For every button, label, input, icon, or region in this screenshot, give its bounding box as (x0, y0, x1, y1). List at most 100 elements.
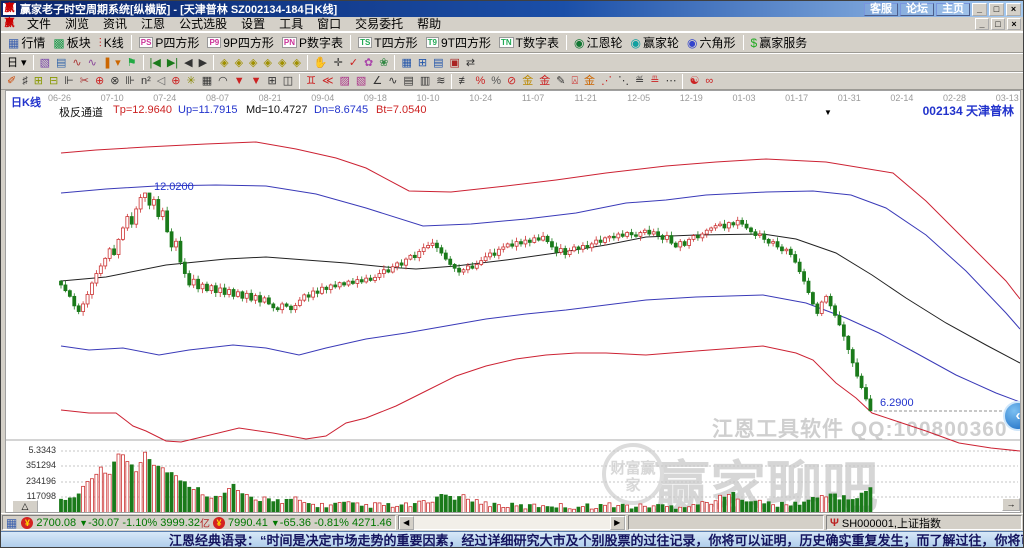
menu-item[interactable]: 江恩 (134, 17, 172, 32)
percent-circle-tool-button[interactable]: ⊘ (504, 73, 519, 90)
box-fill-tool-button[interactable]: ▨ (337, 73, 353, 90)
expand-volume-button[interactable]: △ (12, 500, 38, 513)
data-transfer-tool-button[interactable]: ⇄ (463, 54, 478, 71)
menu-item[interactable]: 交易委托 (348, 17, 410, 32)
grid-large-tool-button[interactable]: ▤ (400, 73, 416, 90)
quotes-button[interactable]: ▦行情 (4, 34, 49, 51)
close-button[interactable]: × (1006, 3, 1021, 16)
info-panel-button[interactable]: ▤ (53, 54, 69, 71)
platform-tool-button[interactable]: ≞ (647, 73, 662, 90)
sectors-button[interactable]: ▩板块 (49, 34, 94, 51)
chart-small-button[interactable]: ∿ (69, 54, 84, 71)
grid-matrix-tool-button[interactable]: ▥ (417, 73, 433, 90)
prev-bar-button[interactable]: ◀ (181, 54, 195, 71)
cycle-red-tool-button[interactable]: ▼ (231, 73, 248, 90)
kline-flag-button[interactable]: ⚑ (124, 54, 140, 71)
trendline-tool-button[interactable]: ✓ (346, 54, 361, 71)
cross-cursor-tool-button[interactable]: ✛ (331, 54, 346, 71)
horizontal-scrollbar[interactable]: ◀ ▶ (398, 515, 626, 530)
t-square-button[interactable]: TST四方形 (354, 34, 422, 51)
p-square-button[interactable]: PSP四方形 (135, 34, 204, 51)
price-compass-tool-button[interactable]: ⊕ (168, 73, 183, 90)
angle-line-tool-button[interactable]: ∠ (369, 73, 385, 90)
steps-tool-button[interactable]: ≝ (632, 73, 647, 90)
grid-box-tool-button[interactable]: ⊞ (264, 73, 279, 90)
calendar-tool-button[interactable]: ▦ (398, 54, 414, 71)
menu-item[interactable]: 公式选股 (172, 17, 234, 32)
circle-cross-tool-button[interactable]: ⊗ (107, 73, 122, 90)
restore-button[interactable]: □ (989, 3, 1004, 16)
first-bar-button[interactable]: |◀ (147, 54, 164, 71)
hand-tool-button[interactable]: ✋ (311, 54, 331, 71)
index-status-panel[interactable]: Ψ SH000001,上证指数 (826, 515, 1022, 530)
child-close-button[interactable]: × (1007, 18, 1021, 30)
wave-tool-button[interactable]: ❀ (376, 54, 391, 71)
menu-item[interactable]: 浏览 (58, 17, 96, 32)
yinyang-tool-button[interactable]: ☯ (686, 73, 702, 90)
angle-measure-tool-button[interactable]: ◁ (154, 73, 168, 90)
hatch-tool-button[interactable]: ≋ (433, 73, 448, 90)
clamp-tool-button[interactable]: ♊ (303, 73, 319, 90)
gann-box-up-tool-button[interactable]: ⊞ (31, 73, 46, 90)
nav-diamond-shrink-button[interactable]: ◈ (261, 54, 275, 71)
time-grid-tool-button[interactable]: ♯ (19, 73, 31, 90)
winner-service-button[interactable]: $赢家服务 (747, 34, 812, 51)
cycle-dense-tool-button[interactable]: ▼ (248, 73, 265, 90)
calculator-tool-button[interactable]: ⊞ (415, 54, 430, 71)
menu-item[interactable]: 设置 (234, 17, 272, 32)
notebook-tool-button[interactable]: ▤ (430, 54, 446, 71)
chart-area[interactable]: 江恩工具软件 QQ:100800360 赢家聊吧 财富赢家 日K线 06-260… (5, 90, 1021, 513)
period-day-dropdown-button[interactable]: 日 ▾ (4, 54, 30, 71)
t-table-button[interactable]: TNT数字表 (495, 34, 563, 51)
9t-square-button[interactable]: T99T四方形 (422, 34, 495, 51)
candle-style-dropdown-button[interactable]: ❚ ▾ (100, 54, 124, 71)
nav-diamond-center-button[interactable]: ◈ (275, 54, 289, 71)
wave-line-tool-button[interactable]: ∿ (385, 73, 400, 90)
menu-item[interactable]: 文件 (20, 17, 58, 32)
menu-item[interactable]: 窗口 (310, 17, 348, 32)
menu-item[interactable]: 工具 (272, 17, 310, 32)
dense-grid-tool-button[interactable]: ⊪ (122, 73, 138, 90)
market-table-icon[interactable]: ▦ (6, 516, 17, 530)
starburst-tool-button[interactable]: ✳ (183, 73, 198, 90)
winner-wheel-button[interactable]: ◉赢家轮 (627, 34, 684, 51)
scroll-left-button[interactable]: ◀ (399, 516, 414, 530)
chart-compare-button[interactable]: ∿ (85, 54, 100, 71)
formula-manager-button[interactable]: ▧ (37, 54, 53, 71)
gann-box-down-tool-button[interactable]: ⊟ (46, 73, 61, 90)
kline-canvas[interactable] (6, 91, 1021, 513)
barrier-tool-button[interactable]: ◫ (280, 73, 296, 90)
scale-tool-button[interactable]: ≢ (455, 73, 472, 90)
angle-lines1-tool-button[interactable]: ⋰ (598, 73, 615, 90)
scroll-right-button[interactable]: ▶ (610, 516, 625, 530)
n2-square-tool-button[interactable]: n² (138, 73, 154, 90)
spiral-tool-button[interactable]: ✂ (77, 73, 92, 90)
flag-level-tool-button[interactable]: ⊩ (61, 73, 77, 90)
titlebar-link-home[interactable]: 主页 (936, 3, 970, 16)
gann-wheel-button[interactable]: ◉江恩轮 (570, 34, 627, 51)
menu-item[interactable]: 资讯 (96, 17, 134, 32)
percent-tool-button[interactable]: % (488, 73, 504, 90)
nav-diamond-expand-button[interactable]: ◈ (246, 54, 260, 71)
scroll-chart-right-button[interactable]: → (1002, 498, 1020, 511)
gold-line-tool-button[interactable]: 金 (536, 73, 553, 90)
infinity-tool-button[interactable]: ∞ (702, 73, 716, 90)
hexagon-tool-button[interactable]: ◉六角形 (683, 34, 740, 51)
p-table-button[interactable]: PNP数字表 (278, 34, 347, 51)
matrix-tool-button[interactable]: ▦ (199, 73, 215, 90)
scrollbar-track[interactable] (414, 516, 610, 530)
channel-box-tool-button[interactable]: ⍓ (568, 73, 581, 90)
gold-box-tool-button[interactable]: 金 (581, 73, 598, 90)
last-bar-button[interactable]: ▶| (164, 54, 181, 71)
percent-red-tool-button[interactable]: % (472, 73, 488, 90)
gann-tool-button[interactable]: ✿ (361, 54, 376, 71)
nav-diamond-left-button[interactable]: ◈ (217, 54, 231, 71)
gold-circle-tool-button[interactable]: 金 (519, 73, 536, 90)
compass-tool-button[interactable]: ⊕ (92, 73, 107, 90)
angle-lines2-tool-button[interactable]: ⋱ (615, 73, 632, 90)
slope-tool-button[interactable]: ⋯ (662, 73, 679, 90)
9p-square-button[interactable]: P99P四方形 (203, 34, 277, 51)
rays-tool-button[interactable]: ≪ (319, 73, 337, 90)
nav-diamond-move-button[interactable]: ◈ (289, 54, 303, 71)
next-bar-button[interactable]: ▶ (196, 54, 210, 71)
